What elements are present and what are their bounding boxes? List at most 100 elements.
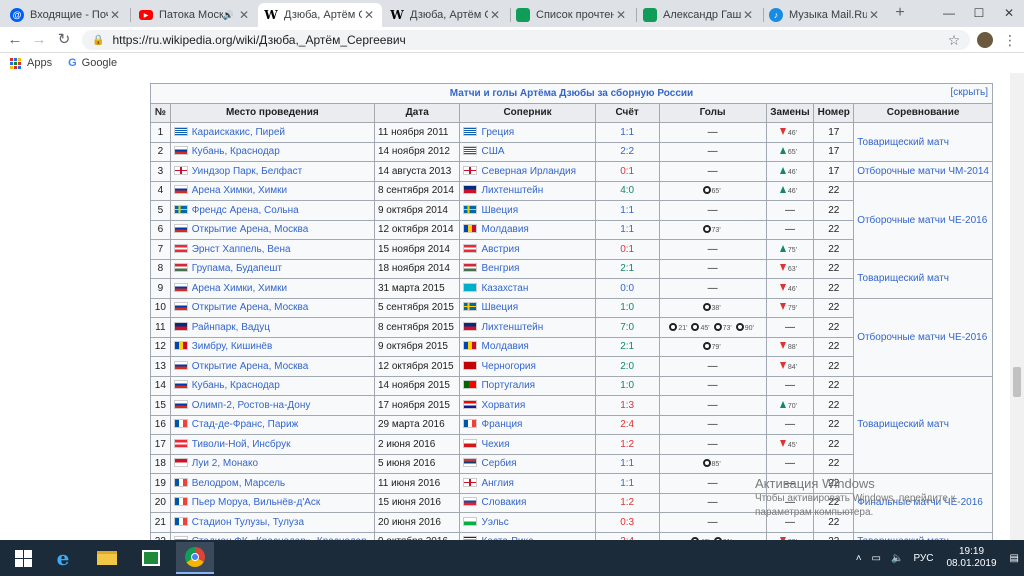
tab-close-icon[interactable]: ✕ xyxy=(237,8,251,22)
profile-avatar[interactable] xyxy=(977,32,993,48)
venue-link[interactable]: Райнпарк, Вадуц xyxy=(192,322,270,333)
venue-link[interactable]: Уиндзор Парк, Белфаст xyxy=(192,166,302,177)
score-cell[interactable]: 2:1 xyxy=(594,336,660,357)
back-button[interactable]: ← xyxy=(4,30,26,50)
score-cell[interactable]: 1:0 xyxy=(594,297,660,318)
taskbar-ie[interactable]: e xyxy=(44,542,82,574)
score-cell[interactable]: 1:3 xyxy=(594,395,660,416)
reload-button[interactable]: ↻ xyxy=(53,30,75,50)
opponent-link[interactable]: Венгрия xyxy=(481,263,519,274)
tab-2[interactable]: ▶ Патока Москва🔊✕ xyxy=(133,3,257,27)
opponent-link[interactable]: Хорватия xyxy=(481,400,525,411)
tab-6[interactable]: Александр Гашин✕ xyxy=(637,3,761,27)
bookmark-apps[interactable]: Apps xyxy=(10,57,52,69)
competition-cell[interactable]: Товарищеский матч xyxy=(853,531,993,540)
maximize-button[interactable]: ☐ xyxy=(964,0,994,27)
opponent-link[interactable]: США xyxy=(481,146,504,157)
venue-link[interactable]: Арена Химки, Химки xyxy=(192,185,287,196)
tab-3[interactable]: W Дзюба, Артём Сер✕ xyxy=(258,3,382,27)
competition-cell[interactable]: Отборочные матчи ЧМ-2014 xyxy=(853,161,993,182)
tab-close-icon[interactable]: ✕ xyxy=(741,8,755,22)
address-bar[interactable]: 🔒 https://ru.wikipedia.org/wiki/Дзюба,_А… xyxy=(82,30,970,50)
opponent-link[interactable]: Уэльс xyxy=(481,517,508,528)
score-cell[interactable]: 4:0 xyxy=(594,180,660,201)
score-cell[interactable]: 2:0 xyxy=(594,356,660,377)
opponent-link[interactable]: Швеция xyxy=(481,302,518,313)
score-cell[interactable]: 1:2 xyxy=(594,492,660,513)
score-cell[interactable]: 3:4 xyxy=(594,531,660,540)
tab-7[interactable]: ♪ Музыка Mail.Ru –✕ xyxy=(763,3,887,27)
opponent-link[interactable]: Сербия xyxy=(481,458,516,469)
score-cell[interactable]: 1:1 xyxy=(594,219,660,240)
competition-cell[interactable]: Товарищеский матч xyxy=(853,258,993,299)
column-header[interactable]: № xyxy=(150,102,171,123)
notifications-icon[interactable]: ▤ xyxy=(1010,553,1019,564)
close-window-button[interactable]: ✕ xyxy=(994,0,1024,27)
column-header[interactable]: Замены xyxy=(765,102,815,123)
column-header[interactable]: Счёт xyxy=(594,102,660,123)
opponent-link[interactable]: Северная Ирландия xyxy=(481,166,576,177)
venue-link[interactable]: Тиволи-Ной, Инсбрук xyxy=(192,439,291,450)
opponent-link[interactable]: Франция xyxy=(481,419,522,430)
venue-link[interactable]: Караискакис, Пирей xyxy=(192,127,285,138)
hide-link[interactable]: [скрыть] xyxy=(951,87,988,98)
venue-link[interactable]: Групама, Будапешт xyxy=(192,263,282,274)
minimize-button[interactable]: — xyxy=(934,0,964,27)
network-icon[interactable]: ▭ xyxy=(872,553,881,564)
venue-link[interactable]: Открытие Арена, Москва xyxy=(192,224,309,235)
venue-link[interactable]: Стадион Тулузы, Тулуза xyxy=(192,517,304,528)
venue-link[interactable]: Стад-де-Франс, Париж xyxy=(192,419,299,430)
score-cell[interactable]: 0:3 xyxy=(594,512,660,533)
column-header[interactable]: Дата xyxy=(373,102,461,123)
score-cell[interactable]: 2:1 xyxy=(594,258,660,279)
score-cell[interactable]: 1:1 xyxy=(594,122,660,143)
opponent-link[interactable]: Австрия xyxy=(481,244,519,255)
column-header[interactable]: Соревнование xyxy=(853,102,993,123)
forward-button[interactable]: → xyxy=(28,30,50,50)
opponent-link[interactable]: Португалия xyxy=(481,380,535,391)
score-cell[interactable]: 7:0 xyxy=(594,317,660,338)
taskbar-store[interactable] xyxy=(132,542,170,574)
score-cell[interactable]: 1:2 xyxy=(594,434,660,455)
score-cell[interactable]: 0:0 xyxy=(594,278,660,299)
tab-1[interactable]: @ Входящие - Почта✕ xyxy=(4,3,128,27)
taskbar-chrome[interactable] xyxy=(176,542,214,574)
speaker-icon[interactable]: 🔈 xyxy=(891,553,903,564)
venue-link[interactable]: Арена Химки, Химки xyxy=(192,283,287,294)
score-cell[interactable]: 2:2 xyxy=(594,141,660,162)
venue-link[interactable]: Олимп-2, Ростов-на-Дону xyxy=(192,400,311,411)
venue-link[interactable]: Кубань, Краснодар xyxy=(192,380,280,391)
opponent-link[interactable]: Молдавия xyxy=(481,224,528,235)
opponent-link[interactable]: Лихтенштейн xyxy=(481,322,543,333)
audio-icon[interactable]: 🔊 xyxy=(223,10,234,21)
score-cell[interactable]: 1:1 xyxy=(594,453,660,474)
score-cell[interactable]: 1:0 xyxy=(594,375,660,396)
venue-link[interactable]: Зимбру, Кишинёв xyxy=(192,341,273,352)
tab-close-icon[interactable]: ✕ xyxy=(614,8,628,22)
bookmark-google[interactable]: G Google xyxy=(68,57,117,69)
opponent-link[interactable]: Чехия xyxy=(481,439,509,450)
bookmark-star-icon[interactable]: ☆ xyxy=(944,30,964,50)
start-button[interactable] xyxy=(4,542,42,574)
score-cell[interactable]: 0:1 xyxy=(594,161,660,182)
tab-close-icon[interactable]: ✕ xyxy=(488,8,502,22)
venue-link[interactable]: Открытие Арена, Москва xyxy=(192,302,309,313)
taskbar-explorer[interactable] xyxy=(88,542,126,574)
opponent-link[interactable]: Греция xyxy=(481,127,514,138)
venue-link[interactable]: Пьер Моруа, Вильнёв-д'Аск xyxy=(192,497,321,508)
venue-link[interactable]: Открытие Арена, Москва xyxy=(192,361,309,372)
tab-4[interactable]: W Дзюба, Артём Сер✕ xyxy=(384,3,508,27)
competition-cell[interactable]: Отборочные матчи ЧЕ-2016 xyxy=(853,297,993,377)
column-header[interactable]: Место проведения xyxy=(169,102,375,123)
score-cell[interactable]: 0:1 xyxy=(594,239,660,260)
opponent-link[interactable]: Англия xyxy=(481,478,513,489)
opponent-link[interactable]: Казахстан xyxy=(481,283,528,294)
opponent-link[interactable]: Словакия xyxy=(481,497,526,508)
column-header[interactable]: Соперник xyxy=(459,102,596,123)
score-cell[interactable]: 1:1 xyxy=(594,200,660,221)
score-cell[interactable]: 1:1 xyxy=(594,473,660,494)
competition-cell[interactable]: Товарищеский матч xyxy=(853,122,993,162)
menu-icon[interactable]: ⋮ xyxy=(1003,30,1017,50)
venue-link[interactable]: Луи 2, Монако xyxy=(192,458,258,469)
clock[interactable]: 19:19 08.01.2019 xyxy=(946,546,996,570)
